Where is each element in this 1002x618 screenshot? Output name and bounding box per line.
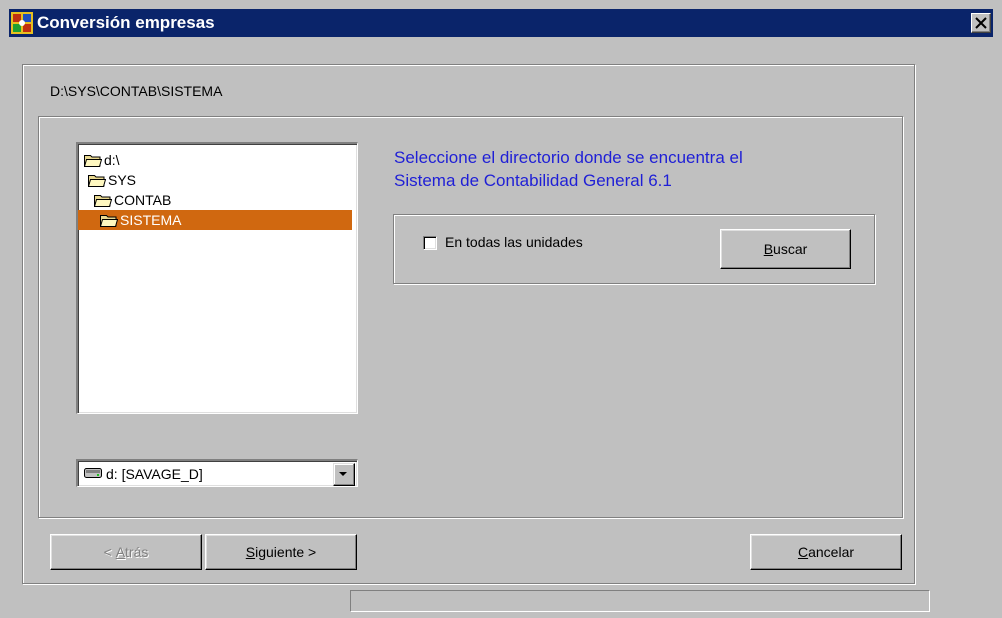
- chevron-down-icon: [339, 472, 347, 476]
- folder-open-icon: [100, 215, 118, 227]
- instruction-line-2: Sistema de Contabilidad General 6.1: [394, 171, 672, 190]
- all-drives-checkbox[interactable]: [423, 236, 437, 250]
- tree-item-label: d:\: [104, 152, 120, 168]
- search-button[interactable]: Buscar: [720, 229, 851, 269]
- folder-open-icon: [84, 155, 102, 167]
- all-drives-checkbox-label[interactable]: En todas las unidades: [445, 232, 583, 252]
- back-button[interactable]: < Atrás: [50, 534, 202, 570]
- window-title: Conversión empresas: [37, 13, 215, 32]
- tree-item-label: SYS: [108, 172, 137, 188]
- drive-select[interactable]: d: [SAVAGE_D]: [76, 459, 358, 487]
- close-button[interactable]: [971, 13, 991, 33]
- tree-item-label: SISTEMA: [120, 212, 182, 228]
- tree-item-sys[interactable]: SYS: [88, 170, 136, 190]
- folder-open-icon: [88, 175, 106, 187]
- instruction-text: Seleccione el directorio donde se encuen…: [394, 146, 854, 192]
- tree-item-sistema[interactable]: SISTEMA: [78, 210, 352, 230]
- instruction-line-1: Seleccione el directorio donde se encuen…: [394, 148, 743, 167]
- progress-bar: [350, 590, 930, 612]
- current-path-label: D:\SYS\CONTAB\SISTEMA: [50, 83, 223, 99]
- dropdown-button[interactable]: [333, 463, 355, 486]
- directory-tree[interactable]: d:\ SYS CONTAB SISTEMA: [76, 142, 358, 414]
- cancel-button[interactable]: Cancelar: [750, 534, 902, 570]
- folder-open-icon: [94, 195, 112, 207]
- app-icon: [11, 12, 33, 34]
- tree-item-root[interactable]: d:\: [84, 150, 120, 170]
- tree-item-contab[interactable]: CONTAB: [94, 190, 171, 210]
- drive-select-value: d: [SAVAGE_D]: [106, 466, 203, 482]
- title-bar[interactable]: Conversión empresas: [9, 9, 993, 37]
- next-button[interactable]: Siguiente >: [205, 534, 357, 570]
- drive-icon: [84, 468, 102, 478]
- tree-item-label: CONTAB: [114, 192, 172, 208]
- close-icon: [975, 17, 987, 29]
